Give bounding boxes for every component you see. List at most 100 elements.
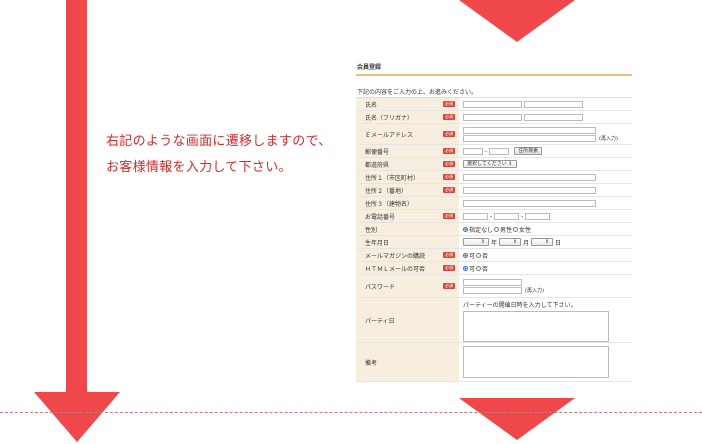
- required-badge: 必須: [443, 148, 455, 154]
- phone-2-input[interactable]: [494, 212, 520, 220]
- year-unit: 年: [491, 239, 498, 247]
- password-input[interactable]: [463, 278, 522, 286]
- select-arrows-icon: ⇕: [508, 161, 513, 167]
- gender-female-radio[interactable]: [513, 226, 519, 232]
- last-name-kana-input[interactable]: [463, 113, 522, 121]
- label-prefecture: 都道府県: [365, 161, 390, 169]
- value-cell-mailmag: 可 否: [459, 249, 632, 261]
- reenter-label: (再入力): [525, 287, 544, 294]
- required-badge: 必須: [443, 265, 455, 271]
- label-addr1: 住所１（市区町村）: [365, 174, 420, 182]
- label-cell-phone: お電話番号 必須: [356, 210, 459, 222]
- label-cell-html-mail: ＨＴＭＬメールの可否 必須: [356, 262, 459, 274]
- address1-input[interactable]: [463, 173, 596, 181]
- html-mail-no-radio[interactable]: [476, 265, 482, 271]
- registration-form: 会員登録 下記の内容をご入力の上、お進みください。 氏名 必須 氏名（フリガナ）…: [356, 62, 632, 382]
- birth-month-select[interactable]: ⇕: [499, 238, 522, 246]
- label-html-mail: ＨＴＭＬメールの可否: [365, 265, 426, 273]
- notes-textarea[interactable]: [463, 346, 609, 378]
- required-badge: 必須: [443, 131, 455, 137]
- value-cell-phone: - -: [459, 210, 632, 222]
- value-cell-addr1: [459, 171, 632, 183]
- row-phone: お電話番号 必須 - -: [356, 210, 632, 223]
- html-mail-yes-label: 可: [469, 265, 476, 273]
- row-html-mail: ＨＴＭＬメールの可否 必須 可 否: [356, 262, 632, 275]
- first-name-input[interactable]: [524, 100, 583, 108]
- value-cell-email: (再入力): [459, 124, 632, 144]
- phone-dash: -: [490, 212, 493, 220]
- top-arrow-head: [459, 0, 575, 42]
- row-gender: 性別 指定なし 男性 女性: [356, 223, 632, 236]
- required-badge: 必須: [443, 161, 455, 167]
- label-cell-prefecture: 都道府県 必須: [356, 158, 459, 170]
- mailmag-no-radio[interactable]: [476, 252, 482, 258]
- row-email: Ｅメールアドレス 必須 (再入力): [356, 124, 632, 145]
- value-cell-notes: [459, 343, 632, 381]
- gender-unspecified-radio[interactable]: [463, 226, 468, 232]
- first-name-kana-input[interactable]: [524, 113, 583, 121]
- row-password: パスワード 必須 (再入力): [356, 275, 632, 298]
- label-cell-party-date: パーティ日: [356, 298, 459, 342]
- mailmag-yes-radio[interactable]: [463, 252, 468, 258]
- gender-male-radio[interactable]: [494, 226, 500, 232]
- mailmag-no-label: 否: [482, 252, 489, 260]
- bottom-arrow-head: [459, 398, 575, 440]
- label-cell-email: Ｅメールアドレス 必須: [356, 124, 459, 144]
- row-prefecture: 都道府県 必須 選択してください ⇕: [356, 158, 632, 171]
- row-party-date: パーティ日 パーティーの開催日時を入力して下さい。: [356, 298, 632, 343]
- address-search-button[interactable]: 住所検索: [514, 147, 543, 155]
- value-cell-gender: 指定なし 男性 女性: [459, 223, 632, 235]
- birth-year-select[interactable]: ⇕: [463, 238, 489, 246]
- password-confirm-wrap: (再入力): [463, 286, 544, 294]
- email-input[interactable]: [463, 126, 596, 134]
- required-badge: 必須: [443, 114, 455, 120]
- party-date-textarea[interactable]: [463, 311, 609, 342]
- form-title: 会員登録: [356, 62, 632, 76]
- label-gender: 性別: [365, 226, 378, 234]
- value-cell-party-date: パーティーの開催日時を入力して下さい。: [459, 298, 632, 342]
- prefecture-select-value: 選択してください: [467, 161, 507, 167]
- row-postal: 郵便番号 必須 - 住所検索: [356, 145, 632, 158]
- label-kana: 氏名（フリガナ）: [365, 114, 414, 122]
- value-cell-password: (再入力): [459, 275, 632, 297]
- label-cell-kana: 氏名（フリガナ） 必須: [356, 111, 459, 123]
- reenter-label: (再入力): [599, 135, 618, 142]
- last-name-input[interactable]: [463, 100, 522, 108]
- required-badge: 必須: [443, 174, 455, 180]
- phone-3-input[interactable]: [525, 212, 551, 220]
- birth-day-select[interactable]: ⇕: [531, 238, 554, 246]
- postal-code-1-input[interactable]: [463, 147, 483, 155]
- email-confirm-wrap: (再入力): [463, 134, 618, 142]
- email-confirm-input[interactable]: [463, 134, 596, 142]
- required-badge: 必須: [443, 213, 455, 219]
- prefecture-select[interactable]: 選択してください ⇕: [463, 160, 517, 168]
- label-notes: 備考: [365, 359, 378, 367]
- gender-option-unspecified: 指定なし: [469, 226, 494, 234]
- party-date-hint: パーティーの開催日時を入力して下さい。: [463, 302, 577, 309]
- select-arrows-icon: ⇕: [544, 239, 550, 245]
- address2-input[interactable]: [463, 186, 596, 194]
- label-addr3: 住所３（建物名）: [365, 200, 414, 208]
- address3-input[interactable]: [463, 199, 596, 207]
- password-confirm-input[interactable]: [463, 286, 522, 294]
- row-name: 氏名 必須: [356, 98, 632, 111]
- instruction-line-2: お客様情報を入力して下さい。: [106, 160, 292, 175]
- row-addr1: 住所１（市区町村） 必須: [356, 171, 632, 184]
- left-arrow-head: [34, 392, 120, 442]
- gender-option-male: 男性: [500, 226, 513, 234]
- instruction-line-1: 右記のような画面に遷移しますので、: [106, 134, 332, 149]
- value-cell-postal: - 住所検索: [459, 145, 632, 157]
- row-birthday: 生年月日 ⇕ 年 ⇕ 月 ⇕ 日: [356, 236, 632, 249]
- select-arrows-icon: ⇕: [480, 239, 485, 245]
- label-addr2: 住所２（番地）: [365, 187, 408, 195]
- form-intro: 下記の内容をご入力の上、お進みください。: [357, 89, 478, 96]
- phone-1-input[interactable]: [463, 212, 488, 220]
- select-arrows-icon: ⇕: [512, 239, 518, 245]
- row-mailmag: メールマガジンの購読 必須 可 否: [356, 249, 632, 262]
- label-phone: お電話番号: [365, 213, 396, 221]
- html-mail-yes-radio[interactable]: [463, 265, 468, 271]
- row-kana: 氏名（フリガナ） 必須: [356, 111, 632, 124]
- label-name: 氏名: [365, 101, 378, 109]
- label-mailmag: メールマガジンの購読: [365, 252, 426, 260]
- postal-code-2-input[interactable]: [489, 147, 510, 155]
